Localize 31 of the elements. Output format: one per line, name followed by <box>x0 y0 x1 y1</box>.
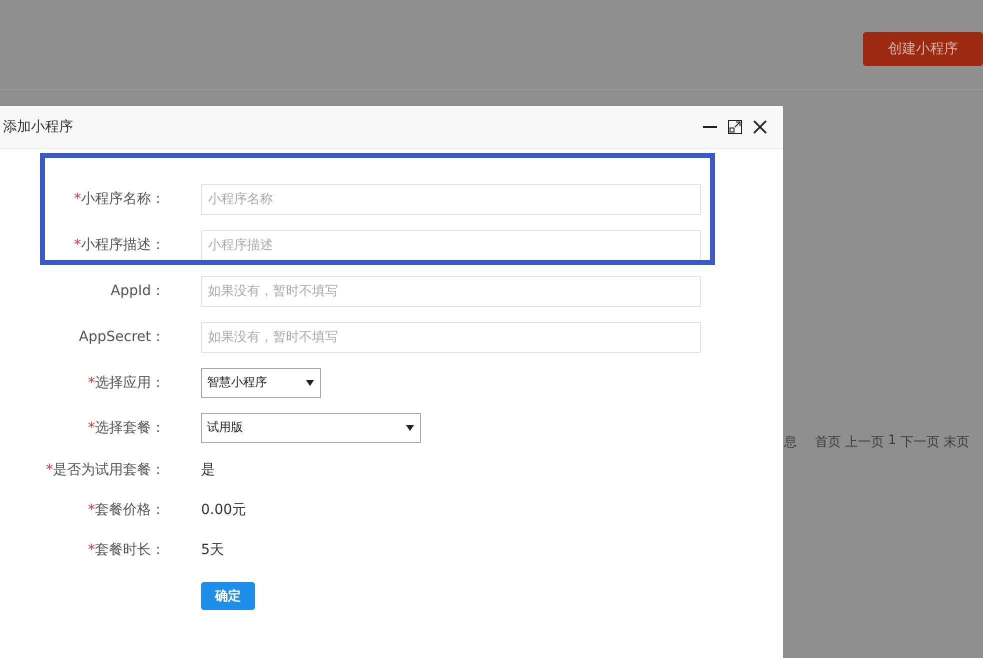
text-field[interactable]: 如果没有，暂时不填写 <box>201 322 701 352</box>
confirm-button[interactable]: 确定 <box>201 582 255 610</box>
close-icon[interactable] <box>753 120 767 134</box>
footer-text: 息 <box>784 434 797 451</box>
field-label: *是否为试用套餐： <box>45 461 165 479</box>
text-field[interactable]: 小程序名称 <box>201 184 701 214</box>
caret-icon <box>406 424 414 430</box>
field-label: *选择套餐： <box>87 418 165 436</box>
field-label: *选择应用： <box>87 374 165 392</box>
field-label: AppSecret： <box>78 328 165 346</box>
create-button[interactable]: 创建小程序 <box>863 32 983 66</box>
pagination-link[interactable]: 首页 <box>815 433 841 451</box>
text-field[interactable]: 如果没有，暂时不填写 <box>201 276 701 306</box>
dialog-title: 添加小程序 <box>3 118 74 136</box>
pagination-link[interactable]: 上一页 <box>845 433 884 451</box>
field-label: *套餐价格： <box>87 501 165 519</box>
text-field[interactable]: 小程序描述 <box>201 230 701 260</box>
field-value: 5天 <box>201 541 224 559</box>
field-value: 是 <box>201 461 215 479</box>
maximize-icon[interactable] <box>728 120 742 134</box>
dropdown[interactable]: 试用版 <box>201 412 421 442</box>
dropdown[interactable]: 智慧小程序 <box>201 368 321 398</box>
field-label: *小程序描述： <box>73 236 165 254</box>
pagination-link[interactable]: 末页 <box>943 433 970 451</box>
field-label: *小程序名称： <box>73 190 165 208</box>
pagination-link[interactable]: 下一页 <box>900 433 940 451</box>
pagination-link[interactable]: 1 <box>888 433 896 451</box>
caret-icon <box>306 380 314 386</box>
field-value: 0.00元 <box>201 501 246 519</box>
field-label: AppId： <box>110 282 165 300</box>
field-label: *套餐时长： <box>87 541 165 559</box>
